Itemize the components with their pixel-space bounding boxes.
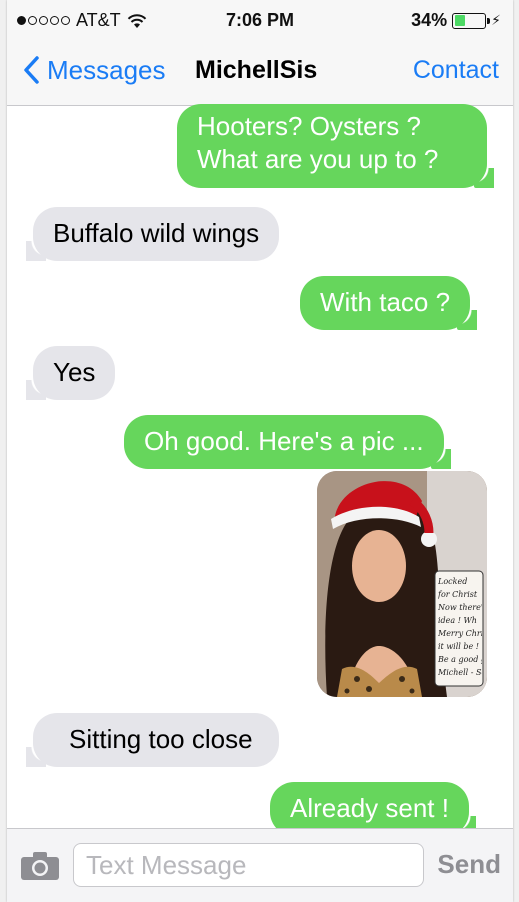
sign-line: Locked bbox=[438, 577, 468, 586]
messages-app: AT&T 7:06 PM 34% ⚡ Messages MichellSis C… bbox=[7, 0, 513, 902]
status-right: 34% ⚡ bbox=[411, 10, 501, 31]
back-button[interactable]: Messages bbox=[19, 54, 166, 86]
sign-text: Locked for Christ Now there's idea ! Wh … bbox=[438, 575, 482, 679]
message-bubble-outgoing[interactable]: Oh good. Here's a pic ... bbox=[124, 415, 451, 469]
battery-level bbox=[454, 15, 465, 26]
camera-icon[interactable] bbox=[20, 851, 60, 881]
message-thread[interactable]: Hooters? Oysters ? What are you up to ? … bbox=[7, 104, 513, 836]
conversation-title: MichellSis bbox=[195, 56, 318, 84]
charging-bolt-icon: ⚡ bbox=[491, 12, 501, 28]
compose-bar: Send bbox=[7, 828, 513, 902]
contact-button[interactable]: Contact bbox=[413, 56, 499, 85]
message-bubble-incoming[interactable]: Yes bbox=[25, 346, 116, 400]
message-bubble-incoming[interactable]: Sitting too close bbox=[26, 713, 279, 767]
message-bubble-incoming[interactable]: Buffalo wild wings bbox=[25, 207, 280, 261]
status-bar: AT&T 7:06 PM 34% ⚡ bbox=[7, 0, 513, 40]
sign-line: idea ! Wh bbox=[438, 616, 477, 625]
sign-line: Michell - Send bbox=[438, 668, 482, 677]
message-bubble-outgoing[interactable]: Hooters? Oysters ? What are you up to ? bbox=[177, 104, 494, 188]
message-input[interactable] bbox=[73, 843, 424, 887]
message-text: Hooters? Oysters ? bbox=[197, 111, 421, 141]
battery-icon bbox=[452, 12, 491, 29]
sign-line: for Christ bbox=[438, 590, 478, 599]
sign-line: Merry Chris bbox=[438, 629, 482, 638]
sign-line: it will be ! bbox=[438, 642, 479, 651]
sign-line: Now there's bbox=[438, 603, 482, 612]
message-photo[interactable]: Locked for Christ Now there's idea ! Wh … bbox=[317, 471, 487, 697]
nav-bar: Messages MichellSis Contact bbox=[7, 40, 513, 106]
message-text: What are you up to ? bbox=[197, 144, 439, 174]
chevron-left-icon bbox=[24, 56, 39, 84]
message-bubble-outgoing[interactable]: With taco ? bbox=[300, 276, 478, 330]
battery-percent: 34% bbox=[411, 10, 448, 30]
sign-line: Be a good g bbox=[438, 655, 482, 664]
back-label: Messages bbox=[47, 54, 166, 85]
send-button[interactable]: Send bbox=[437, 849, 501, 880]
